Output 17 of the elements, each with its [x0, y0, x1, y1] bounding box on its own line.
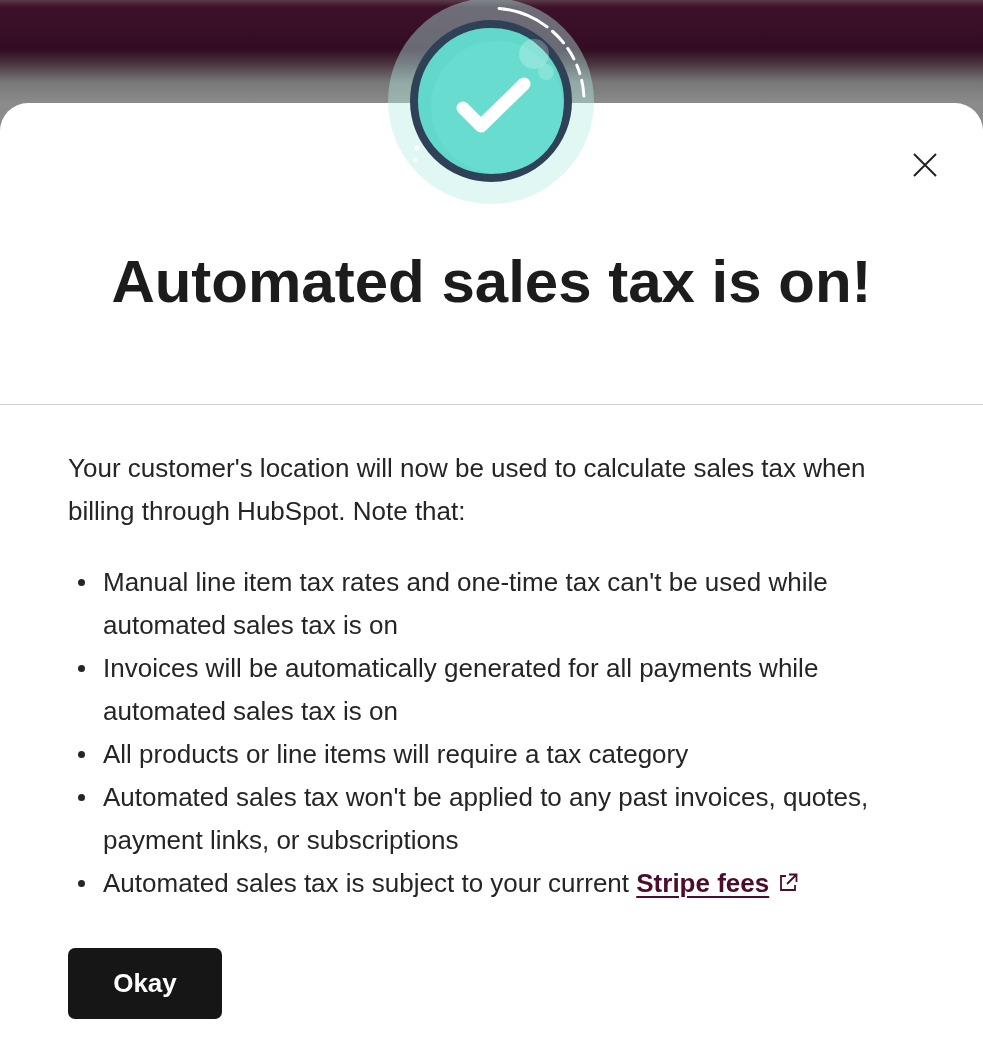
dialog-title: Automated sales tax is on! — [110, 247, 873, 317]
bullet-text: All products or line items will require a tax category — [103, 738, 689, 771]
bullet-text: Automated sales tax is subject to your current Stripe fees — [103, 862, 799, 905]
bullet-text: Manual line item tax rates and one-time tax can't be used while automated sales tax is on — [103, 566, 829, 642]
bullet-icon — [78, 665, 85, 672]
bullet-text: Invoices will be automatically generated for all payments while automated sales tax is on — [103, 652, 820, 728]
okay-button[interactable]: Okay — [68, 948, 222, 1019]
close-icon — [913, 153, 937, 177]
bullet-text: Automated sales tax won't be applied to any past invoices, quotes, payment links, or subscriptions — [103, 781, 870, 857]
bullet-icon — [78, 880, 85, 887]
bullet-icon — [78, 794, 85, 801]
external-link-icon — [778, 873, 799, 893]
close-button[interactable] — [911, 151, 939, 179]
bullet-icon — [78, 579, 85, 586]
bullet-icon — [78, 751, 85, 758]
intro-text: Your customer's location will now be used to calculate sales tax when billing through HubSpot. Note that: — [68, 452, 867, 528]
text-link[interactable]: Stripe fees — [636, 868, 770, 898]
